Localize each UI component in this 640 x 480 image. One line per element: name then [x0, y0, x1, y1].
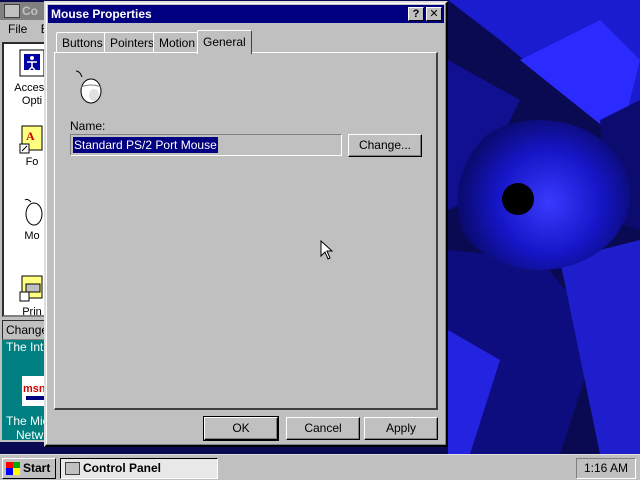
- mouse-pointer-icon: [320, 240, 334, 260]
- mouse-properties-dialog: Mouse Properties ? ✕ Buttons Pointers Mo…: [44, 1, 448, 447]
- tab-buttons[interactable]: Buttons: [56, 32, 109, 52]
- name-field-value: Standard PS/2 Port Mouse: [73, 137, 218, 153]
- ok-button[interactable]: OK: [203, 416, 279, 441]
- name-label: Name:: [70, 119, 106, 133]
- item-printers-label: Prin: [22, 306, 42, 317]
- wallpaper-eye: [450, 120, 630, 270]
- dialog-title: Mouse Properties: [51, 7, 152, 21]
- windows-logo-icon: [6, 462, 20, 475]
- taskbar: Start Control Panel 1:16 AM: [0, 454, 640, 480]
- control-panel-title: Co: [22, 4, 38, 18]
- apply-button[interactable]: Apply: [364, 417, 438, 440]
- info-text-line-2: The Mic: [6, 414, 49, 428]
- item-mouse-label: Mo: [24, 230, 40, 242]
- mouse-icon: [75, 70, 102, 104]
- mouse-item-icon: [24, 198, 43, 226]
- system-tray-clock[interactable]: 1:16 AM: [576, 458, 636, 479]
- wallpaper-pupil: [502, 183, 534, 215]
- control-panel-icon: [4, 4, 20, 18]
- svg-text:msn: msn: [23, 383, 46, 395]
- start-label: Start: [23, 461, 51, 475]
- name-field[interactable]: Standard PS/2 Port Mouse: [70, 134, 342, 156]
- tab-motion[interactable]: Motion: [153, 32, 202, 52]
- accessibility-icon: [19, 49, 45, 77]
- info-text-line-3: Netw: [16, 428, 44, 442]
- general-tab-panel: [54, 52, 438, 410]
- change-button[interactable]: Change...: [348, 134, 422, 157]
- close-button[interactable]: ✕: [426, 7, 442, 21]
- help-button[interactable]: ?: [408, 7, 424, 21]
- printers-folder-icon: [19, 275, 43, 302]
- taskbar-control-panel-button[interactable]: Control Panel: [60, 458, 218, 479]
- fonts-folder-icon: A: [19, 125, 43, 154]
- tab-pointers[interactable]: Pointers: [104, 32, 161, 52]
- tab-general[interactable]: General: [197, 30, 252, 54]
- menu-file[interactable]: File: [8, 22, 27, 36]
- info-text-line-1: The Int: [6, 340, 44, 354]
- cancel-button[interactable]: Cancel: [286, 417, 360, 440]
- control-panel-task-icon: [65, 462, 80, 475]
- dialog-titlebar[interactable]: Mouse Properties ? ✕: [48, 5, 444, 23]
- start-button[interactable]: Start: [2, 458, 56, 479]
- taskbar-task-label: Control Panel: [83, 461, 162, 475]
- svg-text:A: A: [26, 129, 35, 143]
- item-fonts-label: Fo: [25, 156, 39, 168]
